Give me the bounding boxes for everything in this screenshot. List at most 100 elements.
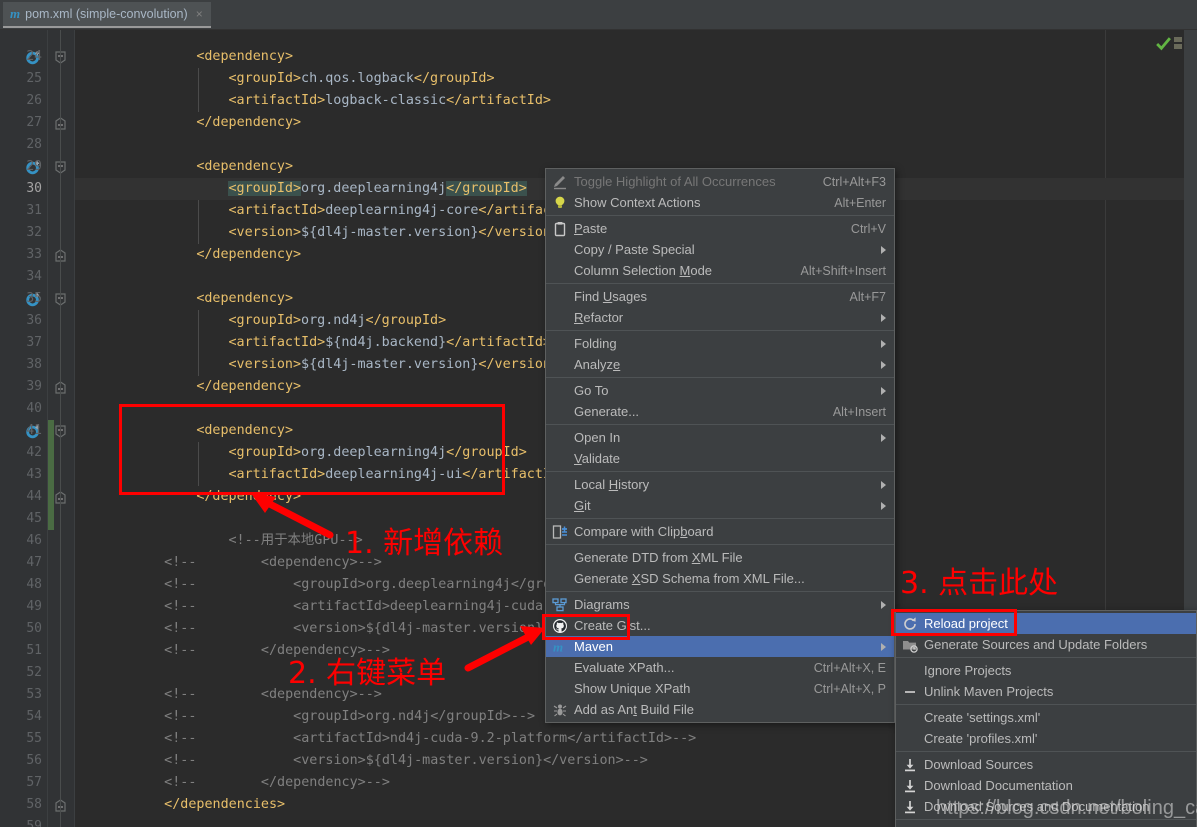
context-menu-item-find-usages[interactable]: Find Usages Alt+F7 (546, 286, 894, 307)
inspection-status-widget[interactable] (1155, 35, 1183, 52)
maven-submenu-item-ignore-projects[interactable]: Ignore Projects (896, 660, 1196, 681)
maven-submenu-item-create-profiles-xml[interactable]: Create 'profiles.xml' (896, 728, 1196, 749)
annotation-label-step-3: 3. 点击此处 (900, 566, 1059, 601)
context-menu-separator (546, 377, 894, 378)
context-menu-item-refactor[interactable]: Refactor (546, 307, 894, 328)
context-menu-item-label: Column Selection Mode (574, 263, 713, 278)
lightbulb-icon (552, 195, 568, 211)
context-menu-item-local-history[interactable]: Local History (546, 474, 894, 495)
vcs-change-marker[interactable] (48, 486, 54, 508)
context-menu-item-generate-xsd-schema-from-xml-file[interactable]: Generate XSD Schema from XML File... (546, 568, 894, 589)
code-token: <dependency> (196, 49, 294, 64)
context-menu-item-show-unique-xpath[interactable]: Show Unique XPath Ctrl+Alt+X, P (546, 678, 894, 699)
maven-submenu-item-unlink-maven-projects[interactable]: Unlink Maven Projects (896, 681, 1196, 702)
code-line: <!--用于本地GPU--> (228, 530, 362, 552)
context-menu-separator (546, 215, 894, 216)
line-number: 57 (26, 775, 42, 790)
diagram-icon (552, 597, 568, 613)
github-icon (552, 618, 568, 634)
maven-submenu-item-reload-project[interactable]: Reload project (896, 613, 1196, 634)
context-menu-item-label: Maven (574, 639, 614, 654)
context-menu-item-git[interactable]: Git (546, 495, 894, 516)
context-menu-item-label: Paste (574, 221, 608, 236)
vcs-change-marker[interactable] (48, 508, 54, 530)
code-line: <artifactId>logback-classic</artifactId> (228, 90, 551, 112)
vcs-change-marker[interactable] (48, 464, 54, 486)
code-token: org.deeplearning4j (301, 445, 447, 460)
maven-submenu-item-label: Download Documentation (924, 778, 1073, 793)
context-menu-item-generate-dtd-from-xml-file[interactable]: Generate DTD from XML File (546, 547, 894, 568)
code-token: <!--用于本地GPU--> (228, 533, 363, 548)
code-token: </dependency> (196, 489, 302, 504)
ant-icon (552, 702, 568, 718)
code-line: <dependency> (196, 288, 293, 310)
line-number: 42 (26, 445, 42, 460)
context-menu-item-label: Create Gist... (574, 618, 651, 633)
maven-submenu-item-label: Ignore Projects (924, 663, 1012, 678)
editor-tab-pom-xml[interactable]: m pom.xml (simple-convolution) × (3, 2, 211, 28)
context-menu-item-paste[interactable]: Paste Ctrl+V (546, 218, 894, 239)
context-menu-item-go-to[interactable]: Go To (546, 380, 894, 401)
context-menu-item-column-selection-mode[interactable]: Column Selection Mode Alt+Shift+Insert (546, 260, 894, 281)
chevron-right-icon (881, 339, 886, 348)
context-menu-item-diagrams[interactable]: Diagrams (546, 594, 894, 615)
context-menu-item-copy-paste-special[interactable]: Copy / Paste Special (546, 239, 894, 260)
context-menu-item-analyze[interactable]: Analyze (546, 354, 894, 375)
close-icon[interactable]: × (196, 7, 203, 21)
inspection-counter-icon (1174, 37, 1182, 49)
context-menu-item-create-gist[interactable]: Create Gist... (546, 615, 894, 636)
context-menu-item-label: Show Unique XPath (574, 681, 691, 696)
download-icon (902, 757, 918, 773)
maven-submenu-item-label: Unlink Maven Projects (924, 684, 1054, 699)
maven-submenu-item-label: Create 'profiles.xml' (924, 731, 1038, 746)
chevron-right-icon (881, 313, 886, 322)
code-token: <dependency> (196, 159, 294, 174)
code-token: <artifactId> (228, 467, 326, 482)
context-menu-item-maven[interactable]: m Maven (546, 636, 894, 657)
chevron-right-icon (881, 642, 886, 651)
code-token: <!-- </dependency>--> (164, 775, 390, 790)
code-token: <groupId> (228, 71, 302, 86)
annotation-label-step-2: 2. 右键菜单 (288, 656, 447, 691)
context-menu-separator (546, 544, 894, 545)
maven-submenu-item-create-settings-xml[interactable]: Create 'settings.xml' (896, 707, 1196, 728)
context-menu-item-label: Diagrams (574, 597, 630, 612)
context-menu-item-label: Generate DTD from XML File (574, 550, 743, 565)
context-menu-item-evaluate-xpath[interactable]: Evaluate XPath... Ctrl+Alt+X, E (546, 657, 894, 678)
editor-context-menu[interactable]: Toggle Highlight of All Occurrences Ctrl+… (545, 168, 895, 723)
maven-submenu-item-download-sources[interactable]: Download Sources (896, 754, 1196, 775)
maven-submenu-item-download-documentation[interactable]: Download Documentation (896, 775, 1196, 796)
maven-submenu-item-label: Generate Sources and Update Folders (924, 637, 1148, 652)
line-number: 45 (26, 511, 42, 526)
code-line: <groupId>org.deeplearning4j</groupId> (228, 178, 527, 200)
context-menu-item-open-in[interactable]: Open In (546, 427, 894, 448)
maven-submenu-item-generate-sources-and-update-folders[interactable]: Generate Sources and Update Folders (896, 634, 1196, 655)
chevron-right-icon (881, 433, 886, 442)
code-token: org.nd4j (301, 313, 366, 328)
maven-file-icon: m (10, 6, 20, 21)
line-number: 40 (26, 401, 42, 416)
vcs-change-marker[interactable] (48, 420, 54, 442)
context-menu-item-label: Find Usages (574, 289, 647, 304)
line-number: 36 (26, 313, 42, 328)
context-menu-separator (546, 471, 894, 472)
context-menu-item-label: Toggle Highlight of All Occurrences (574, 174, 776, 189)
code-line: <!-- </dependency>--> (164, 772, 390, 794)
line-number: 53 (26, 687, 42, 702)
context-menu-item-add-as-ant-build-file[interactable]: Add as Ant Build File (546, 699, 894, 720)
vcs-change-marker[interactable] (48, 442, 54, 464)
context-menu-item-compare-with-clipboard[interactable]: Compare with Clipboard (546, 521, 894, 542)
context-menu-item-validate[interactable]: Validate (546, 448, 894, 469)
context-menu-item-generate[interactable]: Generate... Alt+Insert (546, 401, 894, 422)
code-token: </dependency> (196, 247, 302, 262)
line-number: 58 (26, 797, 42, 812)
context-menu-item-shortcut: Alt+Enter (834, 195, 886, 210)
context-menu-item-folding[interactable]: Folding (546, 333, 894, 354)
inspection-ok-check-icon (1156, 37, 1171, 51)
context-menu-item-show-context-actions[interactable]: Show Context Actions Alt+Enter (546, 192, 894, 213)
code-token: <dependency> (196, 291, 294, 306)
maven-submenu[interactable]: Reload project Generate Sources and Updat… (895, 610, 1197, 827)
line-number: 27 (26, 115, 42, 130)
code-token: </groupId> (446, 445, 527, 460)
maven-submenu-item-show-effective-pom[interactable]: Show Effective POM (896, 822, 1196, 827)
